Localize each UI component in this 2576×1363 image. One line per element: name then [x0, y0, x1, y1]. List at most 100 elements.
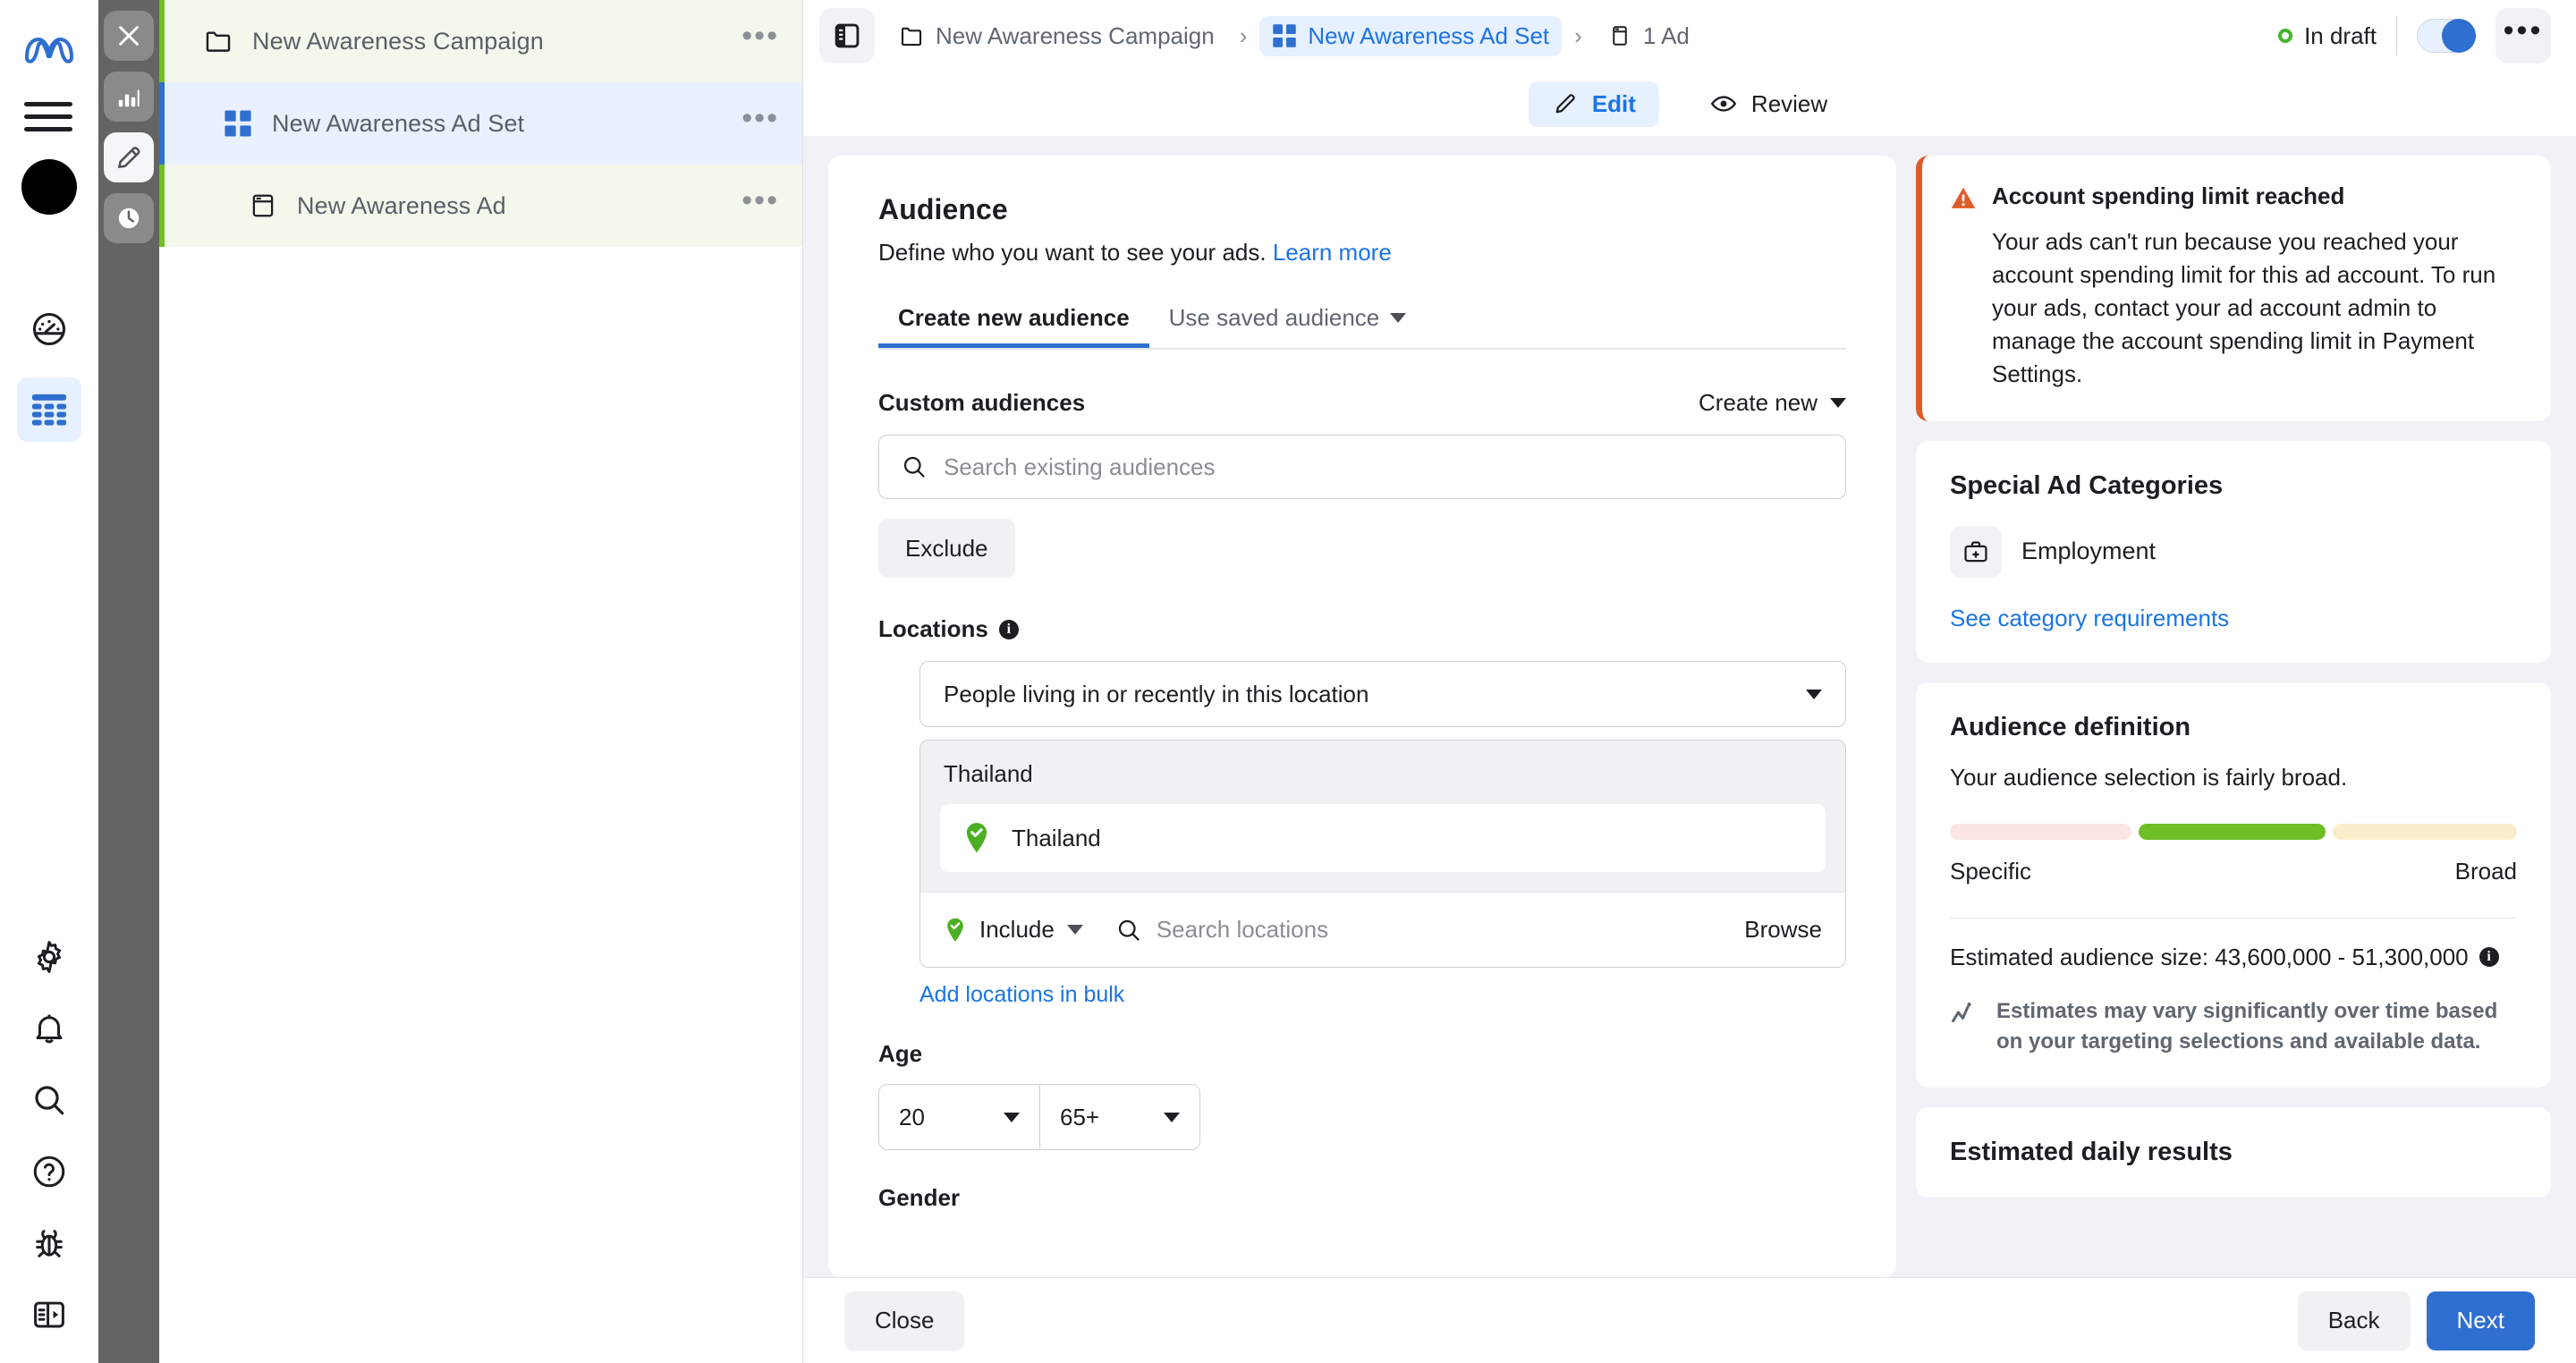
custom-audiences-header: Custom audiences Create new — [878, 389, 1846, 417]
page-title: Audience — [878, 193, 1846, 226]
divider — [2396, 16, 2397, 55]
meter-labels: Specific Broad — [1950, 858, 2517, 885]
tab-label: Use saved audience — [1169, 304, 1380, 332]
tree-row[interactable]: New Awareness Campaign ••• — [159, 0, 802, 82]
global-nav-rail — [0, 0, 98, 1363]
special-ad-categories-card: Special Ad Categories Employment — [1916, 441, 2551, 663]
trend-line-icon — [1950, 1000, 1980, 1025]
campaign-tree-panel: New Awareness Campaign ••• New Awareness… — [159, 0, 803, 1363]
locations-label: Locations i — [878, 615, 1846, 643]
tree-item-label: New Awareness Campaign — [252, 28, 544, 55]
meter-segment-current — [2139, 824, 2326, 840]
meta-infinity-logo[interactable] — [21, 23, 78, 77]
help-circle-icon[interactable] — [21, 1143, 78, 1200]
ad-card-icon — [245, 188, 281, 224]
breadcrumb-item-adset[interactable]: New Awareness Ad Set — [1259, 16, 1562, 56]
gender-label: Gender — [878, 1184, 1846, 1212]
tree-row-more-button[interactable]: ••• — [741, 114, 779, 133]
tree-row[interactable]: New Awareness Ad ••• — [159, 165, 802, 247]
close-button[interactable]: Close — [844, 1291, 964, 1350]
back-button[interactable]: Back — [2298, 1291, 2411, 1350]
hamburger-menu-icon[interactable] — [24, 97, 74, 136]
more-options-button[interactable]: ••• — [2496, 8, 2551, 63]
breadcrumb-item-campaign[interactable]: New Awareness Campaign — [886, 16, 1227, 56]
pencil-edit-icon[interactable] — [104, 132, 154, 182]
map-pin-check-icon — [944, 917, 967, 944]
breadcrumb-label: New Awareness Campaign — [936, 22, 1215, 50]
search-icon[interactable] — [21, 1071, 78, 1129]
tab-create-new-audience[interactable]: Create new audience — [878, 304, 1149, 348]
top-bar-right: In draft ••• — [2278, 8, 2551, 63]
tab-label: Create new audience — [898, 304, 1130, 332]
tree-row[interactable]: New Awareness Ad Set ••• — [159, 82, 802, 165]
tree-row-more-button[interactable]: ••• — [741, 196, 779, 216]
age-label: Age — [878, 1040, 1846, 1068]
panel-layout-icon[interactable] — [21, 1286, 78, 1343]
tab-use-saved-audience[interactable]: Use saved audience — [1149, 304, 1427, 348]
bell-icon[interactable] — [21, 1000, 78, 1057]
mode-tabs: Edit Review — [803, 72, 2576, 136]
locations-box: Thailand Thailand — [919, 740, 1846, 968]
gear-icon[interactable] — [21, 928, 78, 986]
learn-more-link[interactable]: Learn more — [1273, 239, 1392, 266]
browse-locations-button[interactable]: Browse — [1744, 916, 1822, 944]
audience-definition-card: Audience definition Your audience select… — [1916, 682, 2551, 1088]
special-ad-category-row: Employment — [1950, 526, 2517, 578]
search-icon — [901, 453, 928, 480]
folder-icon — [200, 23, 236, 59]
bar-chart-icon[interactable] — [104, 72, 154, 122]
chevron-down-icon — [1806, 690, 1822, 699]
tab-review[interactable]: Review — [1686, 80, 1851, 127]
app-root: New Awareness Campaign ••• New Awareness… — [0, 0, 2576, 1363]
status-bar — [159, 0, 165, 82]
status-dot-icon — [2278, 29, 2292, 43]
side-panel-toggle-icon[interactable] — [819, 8, 875, 63]
status-bar — [159, 165, 165, 247]
info-icon[interactable]: i — [2479, 947, 2499, 967]
meter-segment-broad — [2333, 824, 2517, 840]
location-type-select[interactable]: People living in or recently in this loc… — [919, 661, 1846, 727]
location-search-input[interactable]: Search locations — [1157, 916, 1328, 944]
grid-squares-icon — [220, 106, 256, 141]
tab-label: Review — [1751, 90, 1827, 118]
account-spending-warning-card: Account spending limit reached Your ads … — [1916, 156, 2551, 421]
next-button[interactable]: Next — [2427, 1291, 2535, 1350]
add-locations-in-bulk-link[interactable]: Add locations in bulk — [919, 982, 1124, 1008]
age-range-controls: 20 65+ — [878, 1084, 1200, 1150]
exclude-button[interactable]: Exclude — [878, 519, 1015, 578]
close-x-icon[interactable] — [104, 11, 154, 61]
briefcase-icon — [1950, 526, 2002, 578]
info-icon[interactable]: i — [999, 620, 1019, 639]
age-max-value: 65+ — [1060, 1104, 1099, 1131]
page-subtitle-text: Define who you want to see your ads. — [878, 239, 1267, 266]
speedometer-icon[interactable] — [21, 301, 78, 358]
activate-toggle[interactable] — [2417, 19, 2476, 53]
locations-section: Locations i People living in or recently… — [878, 615, 1846, 1008]
main-column: New Awareness Campaign › New Awareness A… — [803, 0, 2576, 1363]
page-subtitle: Define who you want to see your ads. Lea… — [878, 239, 1846, 267]
audience-definition-description: Your audience selection is fairly broad. — [1950, 764, 2517, 792]
bug-icon[interactable] — [21, 1215, 78, 1272]
card-title: Special Ad Categories — [1950, 471, 2517, 501]
avatar[interactable] — [21, 159, 77, 215]
search-audiences-input[interactable]: Search existing audiences — [878, 435, 1846, 499]
meter-label-specific: Specific — [1950, 858, 2031, 885]
include-exclude-select[interactable]: Include — [944, 916, 1083, 944]
meter-segment-specific — [1950, 824, 2131, 840]
table-grid-icon[interactable] — [17, 377, 81, 442]
create-new-audience-button[interactable]: Create new — [1699, 389, 1846, 417]
age-max-select[interactable]: 65+ — [1039, 1085, 1199, 1149]
tree-row-more-button[interactable]: ••• — [741, 31, 779, 51]
location-chip[interactable]: Thailand — [940, 804, 1826, 872]
tree-item-label: New Awareness Ad Set — [272, 110, 524, 138]
tab-edit[interactable]: Edit — [1529, 81, 1659, 127]
clock-history-icon[interactable] — [104, 193, 154, 243]
chevron-down-icon — [1004, 1113, 1020, 1122]
see-category-requirements-link[interactable]: See category requirements — [1950, 605, 2229, 632]
breadcrumb-item-ad[interactable]: 1 Ad — [1595, 16, 1702, 56]
age-min-select[interactable]: 20 — [879, 1085, 1039, 1149]
card-title: Audience definition — [1950, 713, 2517, 742]
right-rail: Account spending limit reached Your ads … — [1916, 156, 2551, 1277]
chevron-down-icon — [1830, 398, 1846, 408]
status-bar — [159, 82, 165, 165]
